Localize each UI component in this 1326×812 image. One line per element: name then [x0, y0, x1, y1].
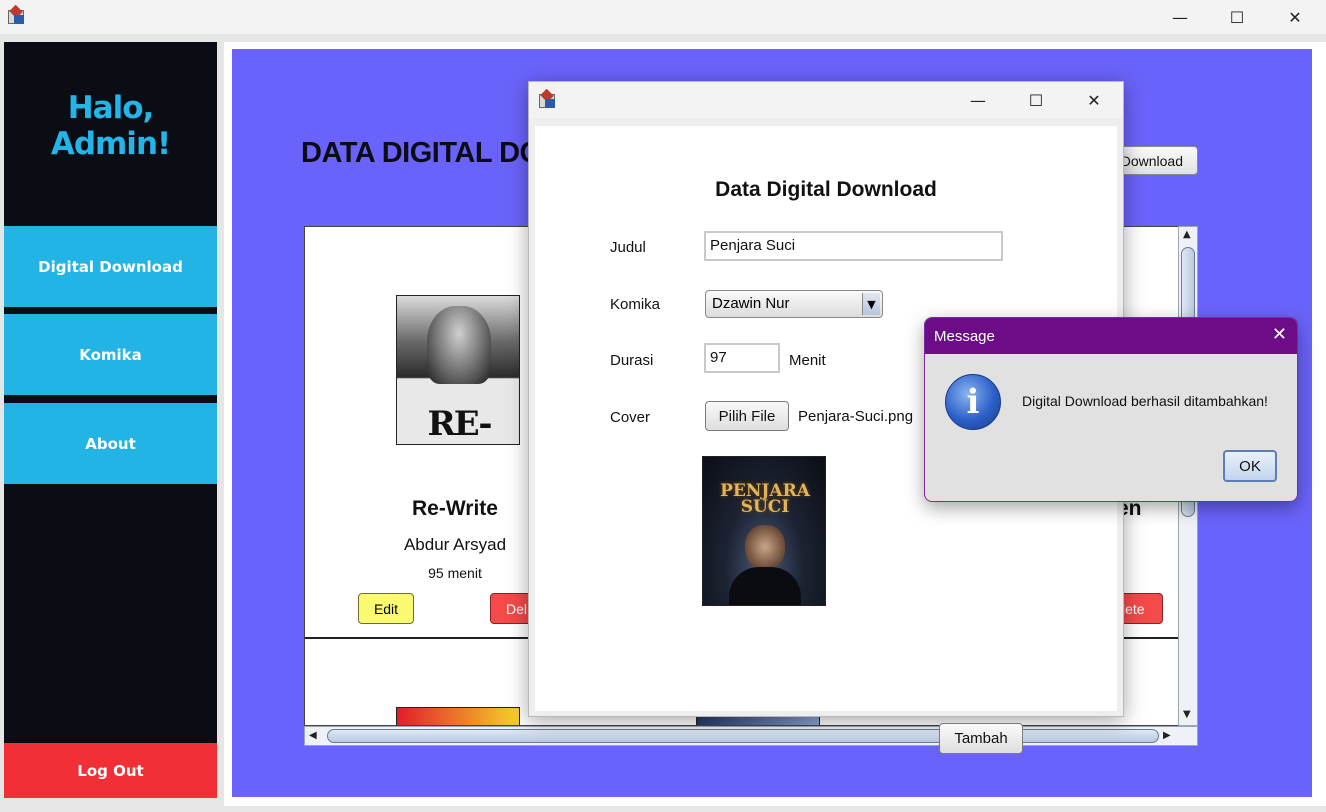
scroll-right-icon[interactable]: ▶ — [1163, 730, 1171, 741]
cover-preview-image: PENJARA SUCI — [702, 456, 826, 606]
close-button[interactable]: ✕ — [1272, 0, 1318, 34]
message-dialog: Message ✕ i Digital Download berhasil di… — [924, 317, 1298, 502]
java-app-icon — [537, 88, 557, 110]
page-title: DATA DIGITAL DO — [301, 137, 542, 169]
sidebar-item-digital-download[interactable]: Digital Download — [4, 226, 217, 307]
komika-label: Komika — [610, 296, 661, 313]
sidebar-item-label: Komika — [79, 345, 142, 364]
durasi-label: Durasi — [610, 352, 654, 369]
card-title: Re-Write — [412, 497, 498, 520]
dialog-close-button[interactable]: ✕ — [1071, 82, 1117, 118]
card-author: Abdur Arsyad — [403, 535, 507, 554]
cover-label: Cover — [610, 409, 651, 426]
dialog-heading: Data Digital Download — [715, 178, 937, 201]
edit-button[interactable]: Edit — [358, 593, 414, 624]
ok-button[interactable]: OK — [1223, 450, 1277, 482]
pick-file-button[interactable]: Pilih File — [705, 401, 789, 431]
sidebar-item-komika[interactable]: Komika — [4, 314, 217, 395]
sidebar: Halo, Admin! Digital Download Komika Abo… — [4, 42, 217, 798]
close-icon[interactable]: ✕ — [1272, 324, 1287, 345]
maximize-button[interactable]: ☐ — [1214, 0, 1260, 34]
message-text: Digital Download berhasil ditambahkan! — [1022, 393, 1268, 409]
window-titlebar: — ☐ ✕ — [0, 0, 1326, 34]
sidebar-item-about[interactable]: About — [4, 403, 217, 484]
java-app-icon — [6, 4, 26, 26]
message-titlebar: Message ✕ — [925, 318, 1297, 354]
card-duration: 95 menit — [428, 565, 482, 581]
dialog-maximize-button[interactable]: ☐ — [1013, 82, 1059, 118]
komika-selected-value: Dzawin Nur — [712, 295, 790, 312]
durasi-unit-label: Menit — [789, 352, 826, 369]
durasi-field[interactable]: 97 — [704, 343, 780, 373]
sidebar-item-label: Digital Download — [38, 257, 183, 276]
minimize-button[interactable]: — — [1157, 0, 1203, 34]
judul-field[interactable]: Penjara Suci — [704, 231, 1003, 261]
tambah-button[interactable]: Tambah — [939, 723, 1023, 754]
scroll-up-icon[interactable]: ▲ — [1183, 229, 1191, 240]
sidebar-item-label: About — [85, 434, 136, 453]
greeting-label: Halo, Admin! — [50, 90, 171, 162]
komika-select[interactable]: Dzawin Nur ▼ — [705, 290, 883, 318]
scroll-down-icon[interactable]: ▼ — [1183, 709, 1191, 720]
dialog-titlebar: — ☐ ✕ — [529, 82, 1123, 118]
dialog-minimize-button[interactable]: — — [955, 82, 1001, 118]
cover-image: RE-WRITE — [396, 295, 520, 445]
horizontal-scrollbar[interactable]: ◀ ▶ — [304, 726, 1198, 746]
message-title: Message — [934, 328, 995, 345]
chevron-down-icon[interactable]: ▼ — [862, 293, 880, 315]
judul-label: Judul — [610, 239, 646, 256]
cover-image — [396, 707, 520, 725]
scroll-left-icon[interactable]: ◀ — [309, 730, 317, 741]
scroll-thumb[interactable] — [327, 729, 1159, 743]
info-icon: i — [945, 374, 1001, 430]
logout-button[interactable]: Log Out — [4, 743, 217, 798]
file-name-label: Penjara-Suci.png — [798, 408, 914, 425]
